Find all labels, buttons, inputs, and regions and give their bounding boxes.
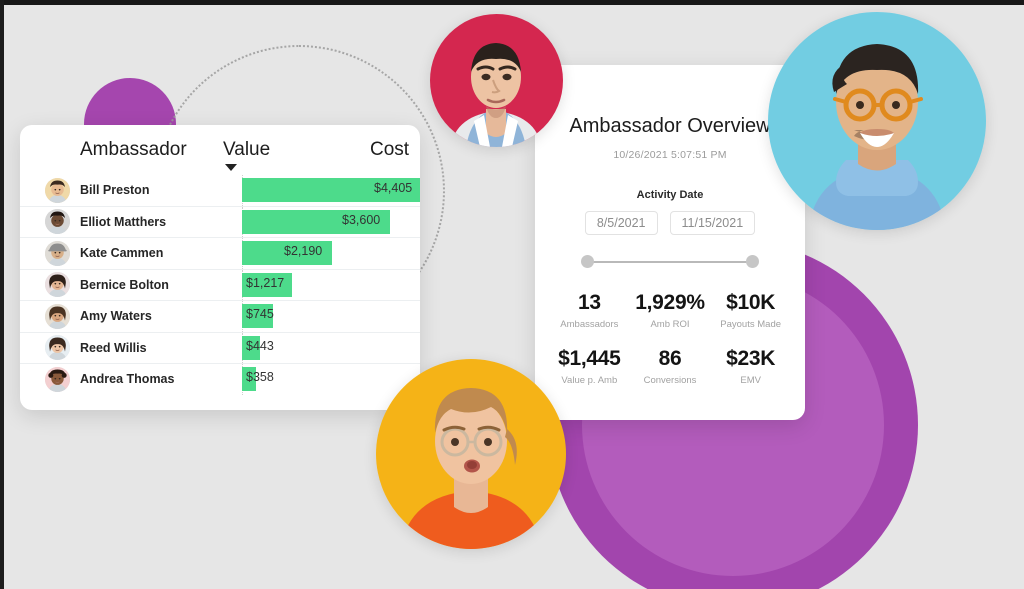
table-row[interactable]: Bill Preston $4,405 bbox=[20, 175, 420, 206]
left-bezel bbox=[0, 0, 4, 589]
avatar bbox=[45, 303, 70, 329]
value-label: $358 bbox=[246, 370, 274, 384]
kpi-value: $10K bbox=[726, 291, 776, 314]
kpi-label: Amb ROI bbox=[650, 319, 690, 331]
kpi-label: Value p. Amb bbox=[561, 375, 618, 387]
kpi-value: 86 bbox=[658, 347, 682, 371]
promo-graphic: Ambassador Value Cost Bill Preston $4,405… bbox=[0, 0, 1024, 589]
table-row[interactable]: Andrea Thomas $358 bbox=[20, 363, 420, 395]
range-end-handle[interactable] bbox=[746, 255, 759, 268]
avatar bbox=[45, 335, 70, 361]
page-title: Ambassador Overview bbox=[569, 115, 771, 137]
bar-area: $443 bbox=[222, 332, 420, 363]
column-header-ambassador[interactable]: Ambassador bbox=[80, 139, 187, 161]
kpi-value: 13 bbox=[577, 291, 601, 314]
kpi-cell: 1,929% Amb ROI bbox=[630, 291, 711, 330]
value-label: $1,217 bbox=[246, 275, 285, 290]
avatar bbox=[45, 240, 70, 266]
ambassador-name: Elliot Matthers bbox=[80, 214, 167, 229]
date-range-slider[interactable] bbox=[535, 255, 805, 269]
avatar bbox=[45, 209, 70, 235]
ambassador-name: Kate Cammen bbox=[80, 246, 164, 261]
ambassador-name: Bernice Bolton bbox=[80, 277, 169, 292]
bar-area: $4,405 bbox=[222, 175, 420, 206]
kpi-value: $1,445 bbox=[558, 347, 621, 371]
ambassador-table-card: Ambassador Value Cost Bill Preston $4,405… bbox=[20, 125, 420, 410]
date-from-input[interactable]: 8/5/2021 bbox=[584, 211, 658, 235]
table-row[interactable]: Reed Willis $443 bbox=[20, 331, 420, 363]
kpi-cell: $23K EMV bbox=[710, 347, 791, 386]
value-label: $443 bbox=[246, 338, 274, 353]
date-to-input[interactable]: 11/15/2021 bbox=[669, 211, 756, 235]
table-row[interactable]: Kate Cammen $2,190 bbox=[20, 237, 420, 269]
kpi-cell: 13 Ambassadors bbox=[549, 291, 630, 330]
photo-bubble-woman-yellow bbox=[376, 359, 566, 549]
table-body: Bill Preston $4,405 Elliot Matthers $3,600… bbox=[20, 175, 420, 395]
kpi-value: 1,929% bbox=[635, 291, 705, 314]
photo-bubble-man-blue bbox=[768, 12, 986, 230]
kpi-label: Conversions bbox=[643, 375, 697, 387]
bar-area: $745 bbox=[222, 301, 420, 332]
photo-bubble-man-red bbox=[430, 14, 563, 147]
activity-date-label: Activity Date bbox=[636, 189, 704, 201]
ambassador-name: Bill Preston bbox=[80, 183, 150, 198]
caret-down-icon[interactable] bbox=[225, 164, 237, 171]
ambassador-name: Andrea Thomas bbox=[80, 372, 175, 387]
top-bezel bbox=[0, 0, 1024, 5]
kpi-value: $23K bbox=[726, 347, 776, 371]
value-label: $745 bbox=[246, 307, 274, 321]
column-header-cost[interactable]: Cost bbox=[370, 139, 409, 161]
ambassador-name: Amy Waters bbox=[80, 309, 152, 324]
date-range-inputs: 8/5/2021 11/15/2021 bbox=[535, 211, 805, 235]
kpi-cell: $1,445 Value p. Amb bbox=[549, 347, 630, 386]
table-row[interactable]: Elliot Matthers $3,600 bbox=[20, 205, 420, 237]
value-label: $2,190 bbox=[284, 244, 323, 258]
bar-area: $2,190 bbox=[222, 238, 420, 269]
bar-area: $358 bbox=[222, 364, 420, 395]
kpi-grid: 13 Ambassadors 1,929% Amb ROI $10K Payouts Ma… bbox=[535, 291, 805, 386]
kpi-cell: $10K Payouts Made bbox=[710, 291, 791, 330]
value-label: $4,405 bbox=[374, 181, 413, 195]
bar-area: $1,217 bbox=[222, 269, 420, 300]
table-header: Ambassador Value Cost bbox=[20, 125, 420, 175]
slider-track[interactable] bbox=[587, 261, 753, 263]
bar-area: $3,600 bbox=[222, 206, 420, 237]
table-row[interactable]: Bernice Bolton $1,217 bbox=[20, 268, 420, 300]
ambassador-name: Reed Willis bbox=[80, 340, 147, 355]
kpi-label: EMV bbox=[740, 375, 761, 387]
column-header-value[interactable]: Value bbox=[223, 139, 270, 161]
report-timestamp: 10/26/2021 5:07:51 PM bbox=[613, 149, 727, 161]
avatar bbox=[45, 177, 70, 203]
avatar bbox=[45, 272, 70, 298]
range-start-handle[interactable] bbox=[581, 255, 594, 268]
table-row[interactable]: Amy Waters $745 bbox=[20, 300, 420, 332]
kpi-cell: 86 Conversions bbox=[630, 347, 711, 386]
kpi-label: Payouts Made bbox=[720, 319, 782, 331]
value-label: $3,600 bbox=[342, 212, 381, 227]
ambassador-overview-card: Ambassador Overview 10/26/2021 5:07:51 P… bbox=[535, 65, 805, 420]
avatar bbox=[45, 366, 70, 392]
kpi-label: Ambassadors bbox=[560, 319, 619, 331]
